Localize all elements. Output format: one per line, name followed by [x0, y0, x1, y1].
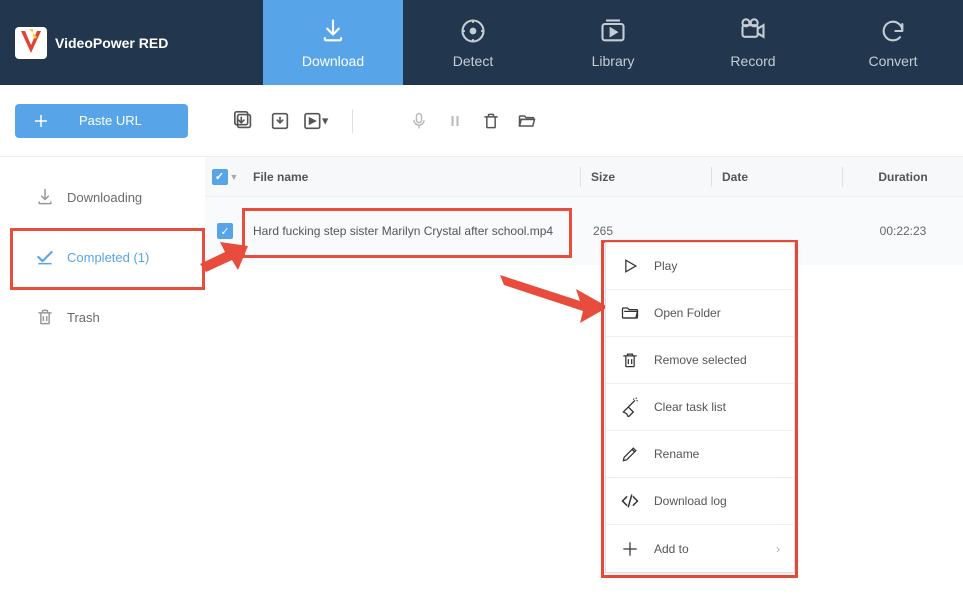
menu-add-to[interactable]: Add to ›	[606, 525, 794, 572]
toolbar-btn-delete[interactable]	[477, 107, 505, 135]
row-duration: 00:22:23	[843, 224, 963, 238]
code-icon	[620, 491, 640, 511]
toolbar-divider	[352, 109, 353, 133]
menu-label: Clear task list	[654, 400, 726, 414]
toolbar-btn-folder[interactable]	[513, 107, 541, 135]
menu-open-folder[interactable]: Open Folder	[606, 290, 794, 337]
row-size: 265	[583, 224, 713, 238]
toolbar-group-1	[230, 107, 330, 135]
nav-tab-label: Detect	[453, 53, 493, 69]
paste-url-label: Paste URL	[79, 113, 142, 128]
row-check-col: ✓	[205, 223, 245, 239]
menu-clear-task-list[interactable]: Clear task list	[606, 384, 794, 431]
nav-tab-label: Record	[730, 53, 775, 69]
pause-icon	[445, 111, 465, 131]
download-icon	[319, 17, 347, 45]
chevron-right-icon: ›	[776, 542, 780, 556]
record-icon	[739, 17, 767, 45]
table-row[interactable]: ✓ Hard fucking step sister Marilyn Cryst…	[205, 197, 963, 265]
plus-menu-icon	[620, 539, 640, 559]
sidebar-item-completed[interactable]: Completed (1)	[0, 227, 205, 287]
menu-download-log[interactable]: Download log	[606, 478, 794, 525]
row-filename: Hard fucking step sister Marilyn Crystal…	[245, 224, 583, 238]
toolbar-btn-pause[interactable]	[441, 107, 469, 135]
nav-tab-record[interactable]: Record	[683, 0, 823, 85]
folder-icon	[620, 303, 640, 323]
select-all-checkbox[interactable]: ✓	[212, 169, 228, 185]
menu-label: Open Folder	[654, 306, 721, 320]
library-icon	[599, 17, 627, 45]
logo-section: VideoPower RED	[0, 0, 263, 85]
sidebar-label: Downloading	[67, 190, 142, 205]
trash-icon	[481, 111, 501, 131]
completed-icon	[35, 247, 55, 267]
content-area: Downloading Completed (1) Trash ✓ ▼ File…	[0, 157, 963, 601]
nav-tab-label: Convert	[868, 53, 917, 69]
convert-icon	[879, 17, 907, 45]
header-filename[interactable]: File name	[245, 170, 580, 184]
app-logo-icon	[15, 27, 47, 59]
row-checkbox[interactable]: ✓	[217, 223, 233, 239]
app-header: VideoPower RED Download Detect Library R…	[0, 0, 963, 85]
menu-play[interactable]: Play	[606, 243, 794, 290]
nav-tab-library[interactable]: Library	[543, 0, 683, 85]
trash-sidebar-icon	[35, 307, 55, 327]
header-date[interactable]: Date	[712, 170, 842, 184]
menu-label: Rename	[654, 447, 699, 461]
menu-remove-selected[interactable]: Remove selected	[606, 337, 794, 384]
table-header: ✓ ▼ File name Size Date Duration	[205, 157, 963, 197]
menu-rename[interactable]: Rename	[606, 431, 794, 478]
mic-icon	[409, 111, 429, 131]
broom-icon	[620, 397, 640, 417]
toolbar: Paste URL	[0, 85, 963, 157]
header-size[interactable]: Size	[581, 170, 711, 184]
check-icon: ✓	[220, 225, 229, 238]
toolbar-btn-batch[interactable]	[230, 107, 258, 135]
nav-tab-convert[interactable]: Convert	[823, 0, 963, 85]
pencil-icon	[620, 444, 640, 464]
nav-tab-label: Download	[302, 53, 364, 69]
plus-icon	[33, 113, 49, 129]
batch-icon	[233, 110, 255, 132]
sidebar: Downloading Completed (1) Trash	[0, 157, 205, 601]
toolbar-btn-mic[interactable]	[405, 107, 433, 135]
downloading-icon	[35, 187, 55, 207]
trash-menu-icon	[620, 350, 640, 370]
toolbar-btn-settings-dropdown[interactable]	[302, 107, 330, 135]
play-icon	[620, 256, 640, 276]
detect-icon	[459, 17, 487, 45]
check-icon: ✓	[215, 170, 224, 183]
menu-label: Play	[654, 259, 677, 273]
header-duration[interactable]: Duration	[843, 170, 963, 184]
context-menu: Play Open Folder Remove selected Clear t…	[605, 242, 795, 573]
nav-tab-detect[interactable]: Detect	[403, 0, 543, 85]
menu-label: Add to	[654, 542, 689, 556]
menu-label: Download log	[654, 494, 727, 508]
nav-tabs: Download Detect Library Record Convert	[263, 0, 963, 85]
header-check-col: ✓ ▼	[205, 169, 245, 185]
toolbar-group-2	[405, 107, 541, 135]
nav-tab-label: Library	[592, 53, 635, 69]
app-title: VideoPower RED	[55, 35, 168, 51]
sidebar-label: Trash	[67, 310, 100, 325]
video-settings-icon	[303, 110, 329, 132]
toolbar-btn-download-single[interactable]	[266, 107, 294, 135]
sidebar-item-downloading[interactable]: Downloading	[0, 167, 205, 227]
download-box-icon	[269, 110, 291, 132]
menu-label: Remove selected	[654, 353, 747, 367]
folder-open-icon	[516, 111, 538, 131]
paste-url-button[interactable]: Paste URL	[15, 104, 188, 138]
main-panel: ✓ ▼ File name Size Date Duration ✓ Hard …	[205, 157, 963, 601]
dropdown-caret-icon[interactable]: ▼	[230, 172, 239, 182]
nav-tab-download[interactable]: Download	[263, 0, 403, 85]
sidebar-label: Completed (1)	[67, 250, 149, 265]
sidebar-item-trash[interactable]: Trash	[0, 287, 205, 347]
